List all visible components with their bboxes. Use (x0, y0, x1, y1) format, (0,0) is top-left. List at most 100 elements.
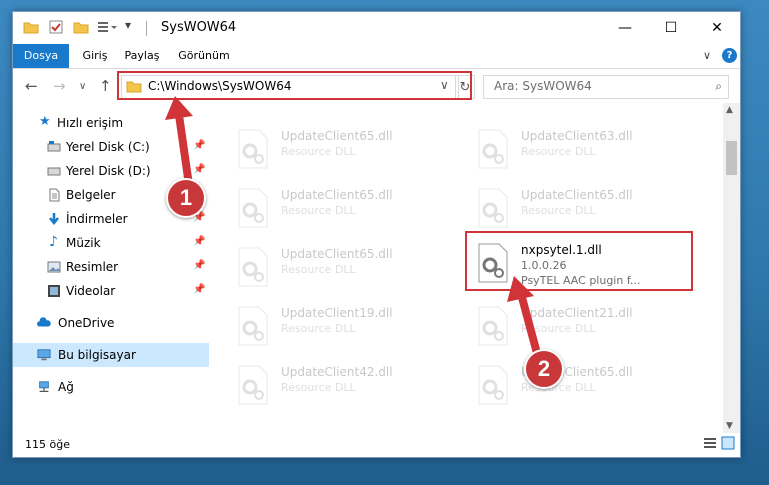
file-name: UpdateClient19.dll (281, 306, 393, 320)
computer-icon (37, 349, 51, 361)
step-1-marker: 1 (166, 178, 206, 218)
pin-icon: 📌 (193, 164, 206, 175)
details-view-icon[interactable] (703, 436, 717, 450)
back-button[interactable]: ← (25, 77, 38, 95)
sidebar-item-label: Resimler (66, 260, 119, 274)
file-type: Resource DLL (281, 204, 356, 217)
list-item[interactable]: UpdateClient21.dll Resource DLL (475, 300, 705, 352)
tab-gorunum[interactable]: Görünüm (173, 44, 235, 68)
sidebar-item-label: Yerel Disk (D:) (66, 164, 151, 178)
sidebar-item-label: Hızlı erişim (57, 116, 124, 130)
list-item[interactable]: UpdateClient65.dll Resource DLL (475, 182, 705, 234)
music-icon: ♪ (49, 234, 58, 250)
maximize-button[interactable]: ☐ (648, 12, 694, 44)
documents-icon (49, 188, 60, 202)
network-icon (39, 381, 49, 393)
up-button[interactable]: ↑ (99, 77, 112, 95)
tab-giris[interactable]: Giriş (75, 44, 115, 68)
quick-access-dropdown-icon[interactable]: ▾ (125, 18, 131, 32)
file-name: UpdateClient63.dll (521, 129, 633, 143)
list-item[interactable]: UpdateClient65.dll Resource DLL (235, 241, 465, 293)
tab-paylas[interactable]: Paylaş (119, 44, 165, 68)
list-item[interactable]: UpdateClient42.dll Resource DLL (235, 359, 465, 411)
scrollbar-thumb[interactable] (726, 141, 737, 175)
download-icon (49, 213, 59, 226)
close-button[interactable]: ✕ (694, 12, 740, 44)
ribbon-tabs: Dosya Giriş Paylaş Görünüm ∨ ? (13, 44, 740, 69)
list-item[interactable]: UpdateClient63.dll Resource DLL (475, 123, 705, 175)
dll-file-icon (238, 188, 268, 228)
large-icons-view-icon[interactable] (721, 436, 735, 450)
navigation-pane: ★ Hızlı erişim Yerel Disk (C:) 📌 Yerel D… (13, 103, 209, 433)
properties-icon[interactable] (49, 20, 63, 34)
help-icon[interactable]: ? (722, 48, 737, 63)
pin-icon: 📌 (193, 140, 206, 151)
customize-toolbar-icon[interactable] (97, 20, 119, 34)
file-type: Resource DLL (281, 145, 356, 158)
search-input[interactable]: Ara: SysWOW64 (494, 79, 592, 93)
file-type: Resource DLL (281, 381, 356, 394)
new-folder-icon[interactable] (73, 20, 89, 34)
sidebar-item-label: Videolar (66, 284, 116, 298)
dll-file-icon (238, 306, 268, 346)
vertical-scrollbar[interactable]: ▲ ▼ (723, 103, 740, 433)
sidebar-item-muzik[interactable]: ♪ Müzik 📌 (13, 231, 209, 255)
file-type: Resource DLL (281, 263, 356, 276)
pictures-icon (47, 261, 61, 273)
search-box[interactable]: Ara: SysWOW64 ⌕ (483, 75, 729, 99)
drive-icon (47, 167, 61, 176)
item-count: 115 öğe (25, 438, 70, 451)
file-name: UpdateClient65.dll (281, 247, 393, 261)
sidebar-item-network[interactable]: Ağ (13, 375, 209, 399)
search-icon: ⌕ (715, 79, 722, 93)
ribbon-collapse-icon[interactable]: ∨ (703, 49, 711, 62)
scroll-up-icon[interactable]: ▲ (726, 105, 733, 115)
address-highlight-box (117, 71, 472, 100)
sidebar-item-label: Müzik (66, 236, 101, 250)
sidebar-item-disk-c[interactable]: Yerel Disk (C:) 📌 (13, 135, 209, 159)
star-icon: ★ (39, 114, 51, 129)
file-type: Resource DLL (521, 145, 596, 158)
cloud-icon (37, 317, 51, 327)
sidebar-item-label: İndirmeler (66, 212, 128, 226)
dll-file-icon (238, 365, 268, 405)
pin-icon: 📌 (193, 260, 206, 271)
dll-file-icon (478, 365, 508, 405)
recent-locations-button[interactable]: ∨ (79, 81, 86, 92)
file-name: UpdateClient65.dll (281, 188, 393, 202)
title-bar: ▾ SysWOW64 — ☐ ✕ (13, 12, 740, 44)
file-type: Resource DLL (281, 322, 356, 335)
sidebar-item-label: OneDrive (58, 316, 115, 330)
sidebar-item-videolar[interactable]: Videolar 📌 (13, 279, 209, 303)
sidebar-item-onedrive[interactable]: OneDrive (13, 311, 209, 335)
sidebar-item-resimler[interactable]: Resimler 📌 (13, 255, 209, 279)
status-bar: 115 öğe (13, 433, 740, 457)
sidebar-item-label: Bu bilgisayar (58, 348, 136, 362)
minimize-button[interactable]: — (602, 12, 648, 44)
sidebar-item-label: Belgeler (66, 188, 116, 202)
dll-file-icon (238, 129, 268, 169)
scroll-down-icon[interactable]: ▼ (726, 421, 733, 431)
file-name: UpdateClient65.dll (281, 129, 393, 143)
file-highlight-box (465, 231, 693, 291)
file-list: UpdateClient65.dll Resource DLL UpdateCl… (209, 103, 723, 433)
forward-button[interactable]: → (53, 77, 66, 95)
explorer-window: ▾ SysWOW64 — ☐ ✕ Dosya Giriş Paylaş Görü… (12, 11, 741, 458)
sidebar-item-this-pc[interactable]: Bu bilgisayar (13, 343, 209, 367)
dll-file-icon (478, 306, 508, 346)
address-row: ← → ∨ ↑ C:\Windows\SysWOW64 ∨ ↻ Ara: Sys… (13, 69, 740, 103)
list-item[interactable]: UpdateClient65.dll Resource DLL (235, 123, 465, 175)
tab-dosya[interactable]: Dosya (13, 44, 69, 68)
list-item[interactable]: UpdateClient19.dll Resource DLL (235, 300, 465, 352)
divider (146, 21, 147, 36)
list-item[interactable]: UpdateClient65.dll Resource DLL (475, 359, 705, 411)
file-name: UpdateClient21.dll (521, 306, 633, 320)
pin-icon: 📌 (193, 236, 206, 247)
drive-icon (47, 141, 61, 152)
window-title: SysWOW64 (161, 20, 237, 35)
file-type: Resource DLL (521, 204, 596, 217)
sidebar-item-quick-access[interactable]: ★ Hızlı erişim (13, 111, 209, 135)
dll-file-icon (478, 129, 508, 169)
list-item[interactable]: UpdateClient65.dll Resource DLL (235, 182, 465, 234)
step-2-marker: 2 (524, 349, 564, 389)
